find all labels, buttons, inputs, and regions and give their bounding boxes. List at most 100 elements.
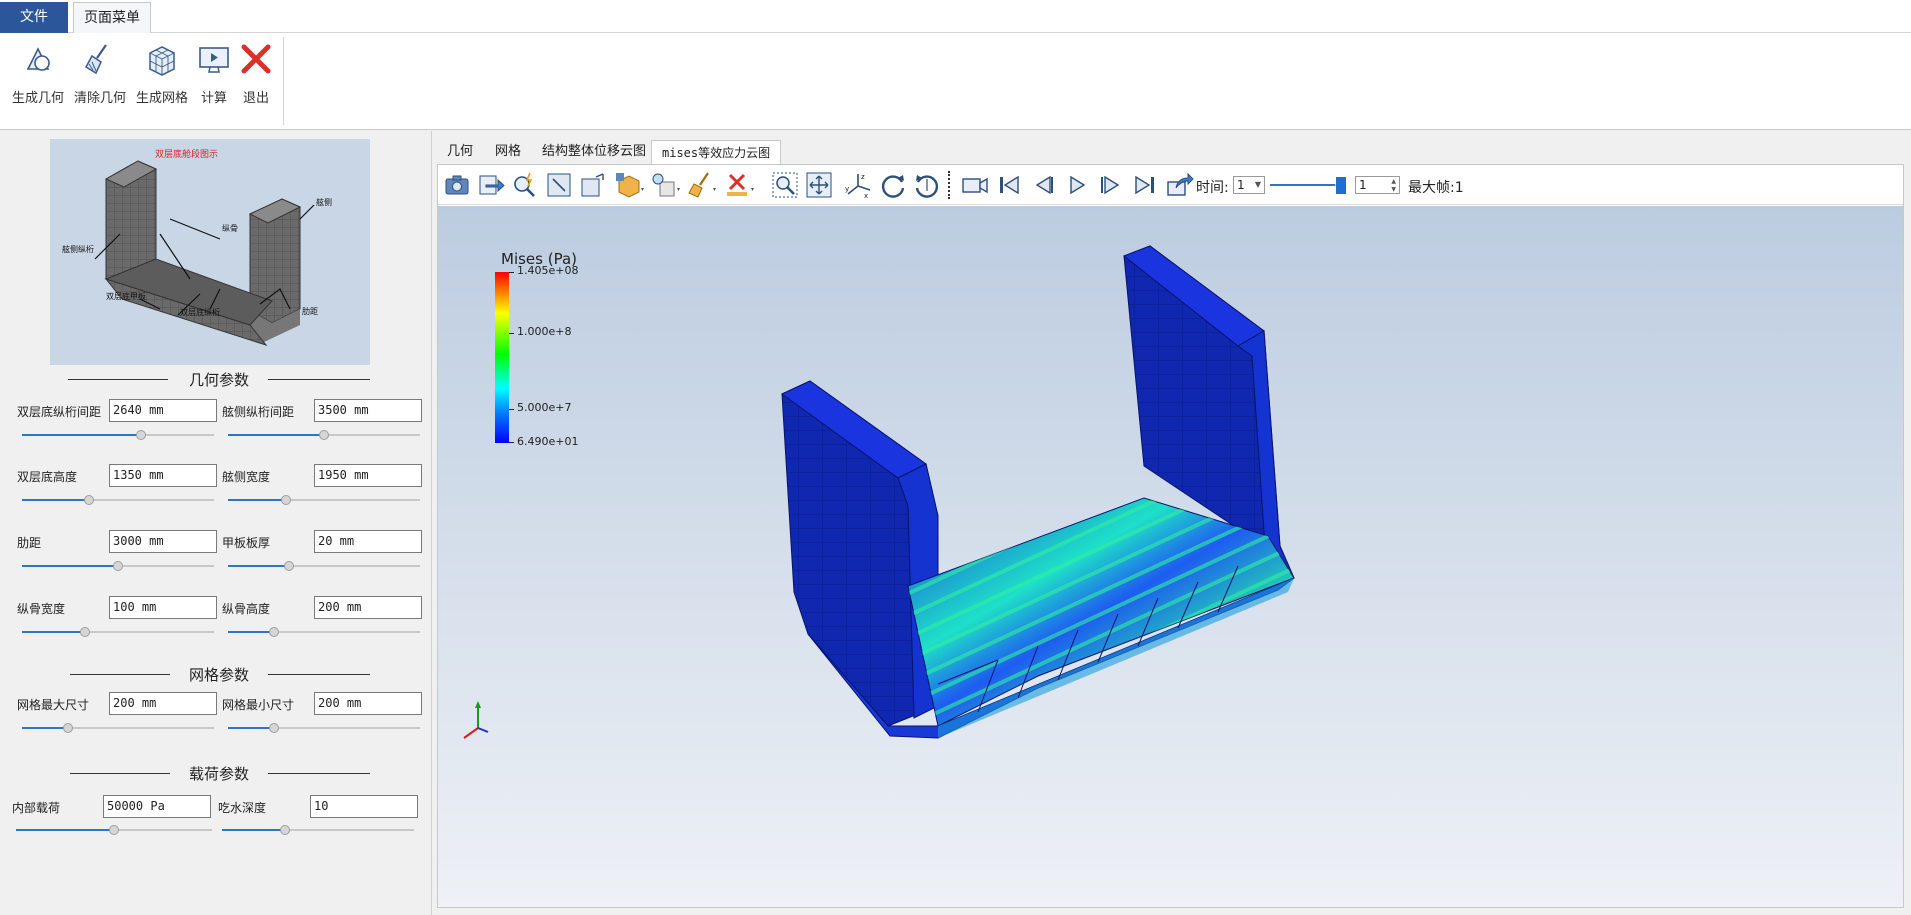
internal-load-input[interactable]: 50000 Pa xyxy=(103,795,211,818)
diagram-label-inner-bottom: 双层底甲板 xyxy=(106,291,146,301)
exit-label: 退出 xyxy=(242,91,269,106)
pan-icon[interactable] xyxy=(804,170,834,200)
diagram-label-frame-spacing: 肋距 xyxy=(302,306,318,316)
frame-spacing-input[interactable]: 3000 mm xyxy=(109,530,217,553)
zoom-auto-icon[interactable] xyxy=(510,170,540,200)
param-label: 双层底高度 xyxy=(17,470,78,484)
param-label: 纵骨高度 xyxy=(222,602,271,616)
mesh-min-size-slider[interactable] xyxy=(228,722,420,734)
side-girder-spacing-input[interactable]: 3500 mm xyxy=(314,399,422,422)
param-label: 甲板板厚 xyxy=(222,536,271,550)
close-x-icon xyxy=(241,44,271,74)
geometry-params-header: 几何参数 xyxy=(68,369,370,389)
double-bottom-height-input[interactable]: 1350 mm xyxy=(109,464,217,487)
ribbon-panel: 生成几何 清除几何 生成网格 计算 退出 xyxy=(0,33,1911,130)
param-label: 吃水深度 xyxy=(218,801,267,815)
time-select[interactable]: 1 ▼ xyxy=(1233,176,1265,194)
svg-text:y: y xyxy=(845,185,849,193)
param-label: 纵骨宽度 xyxy=(17,602,66,616)
structure-diagram-image: 双层底舱段图示 舷侧 纵骨 舷侧纵桁 双层底甲板 双层底纵桁 肋距 xyxy=(50,139,370,365)
toolbar-separator xyxy=(948,171,950,199)
generate-geometry-button[interactable]: 生成几何 xyxy=(10,39,66,121)
time-slider-thumb[interactable] xyxy=(1336,177,1346,194)
param-label: 舷侧宽度 xyxy=(222,470,271,484)
frame-spinbox-value: 1 xyxy=(1359,178,1367,192)
stiffener-height-input[interactable]: 200 mm xyxy=(314,596,422,619)
view-toolbar: zyx 时间: 1 ▼ 1 ▲ ▼ 最大帧:1 xyxy=(438,165,1903,205)
time-select-value: 1 xyxy=(1237,178,1245,192)
side-girder-spacing-slider[interactable] xyxy=(228,429,420,441)
exit-button[interactable]: 退出 xyxy=(238,39,274,121)
tab-mesh[interactable]: 网格 xyxy=(485,140,531,164)
result-view-frame: zyx 时间: 1 ▼ 1 ▲ ▼ 最大帧:1 Mises (Pa) 1.405e+0… xyxy=(437,164,1904,908)
time-slider[interactable] xyxy=(1270,179,1336,191)
rotate-cw-icon[interactable] xyxy=(878,170,908,200)
param-label: 网格最小尺寸 xyxy=(222,698,295,712)
side-width-slider[interactable] xyxy=(228,494,420,506)
broom-icon xyxy=(84,44,107,75)
clear-geometry-button[interactable]: 清除几何 xyxy=(72,39,128,121)
svg-text:x: x xyxy=(864,192,868,200)
first-frame-icon[interactable] xyxy=(994,170,1024,200)
geometry-params-title: 几何参数 xyxy=(180,371,257,389)
light-icon[interactable] xyxy=(650,170,680,200)
clear-x-icon[interactable] xyxy=(724,170,754,200)
display-mode-icon[interactable] xyxy=(614,170,644,200)
stiffener-height-slider[interactable] xyxy=(228,626,420,638)
camera-icon[interactable] xyxy=(442,170,472,200)
clear-geometry-label: 清除几何 xyxy=(73,91,126,106)
frame-spacing-slider[interactable] xyxy=(22,560,214,572)
mesh-cube-icon xyxy=(149,46,175,76)
draft-depth-slider[interactable] xyxy=(222,824,414,836)
3d-viewport[interactable]: Mises (Pa) 1.405e+08 1.000e+8 5.000e+7 6… xyxy=(438,206,1903,907)
double-bottom-height-slider[interactable] xyxy=(22,494,214,506)
param-label: 内部载荷 xyxy=(12,801,61,815)
tab-file[interactable]: 文件 xyxy=(0,2,68,33)
tab-geometry[interactable]: 几何 xyxy=(437,140,483,164)
export-animation-icon[interactable] xyxy=(1164,170,1194,200)
param-label: 肋距 xyxy=(17,536,42,550)
previous-frame-icon[interactable] xyxy=(1028,170,1058,200)
bottom-girder-spacing-input[interactable]: 2640 mm xyxy=(109,399,217,422)
generate-mesh-button[interactable]: 生成网格 xyxy=(134,39,190,121)
frame-spinbox[interactable]: 1 ▲ ▼ xyxy=(1355,176,1400,194)
rotate-ccw-icon[interactable] xyxy=(912,170,942,200)
deck-thickness-input[interactable]: 20 mm xyxy=(314,530,422,553)
last-frame-icon[interactable] xyxy=(1130,170,1160,200)
stiffener-width-slider[interactable] xyxy=(22,626,214,638)
mesh-params-title: 网格参数 xyxy=(180,666,257,684)
param-label: 网格最大尺寸 xyxy=(17,698,90,712)
fit-view-icon[interactable] xyxy=(544,170,574,200)
mesh-max-size-slider[interactable] xyxy=(22,722,214,734)
deck-thickness-slider[interactable] xyxy=(228,560,420,572)
compute-label: 计算 xyxy=(200,91,227,106)
mesh-min-size-input[interactable]: 200 mm xyxy=(314,692,422,715)
side-width-input[interactable]: 1950 mm xyxy=(314,464,422,487)
load-params-header: 载荷参数 xyxy=(68,763,370,783)
brush-icon[interactable] xyxy=(686,170,716,200)
time-label: 时间: xyxy=(1196,180,1229,196)
zoom-box-icon[interactable] xyxy=(770,170,800,200)
mesh-params-header: 网格参数 xyxy=(68,664,370,684)
video-record-icon[interactable] xyxy=(960,170,990,200)
view-box-icon[interactable] xyxy=(578,170,608,200)
tab-displacement[interactable]: 结构整体位移云图 xyxy=(532,140,656,164)
stiffener-width-input[interactable]: 100 mm xyxy=(109,596,217,619)
tab-mises-stress[interactable]: mises等效应力云图 xyxy=(651,140,782,164)
diagram-label-bottom-girder: 双层底纵桁 xyxy=(180,307,220,317)
internal-load-slider[interactable] xyxy=(16,824,212,836)
param-label: 舷侧纵桁间距 xyxy=(222,405,295,419)
mesh-max-size-input[interactable]: 200 mm xyxy=(109,692,217,715)
play-icon[interactable] xyxy=(1062,170,1092,200)
next-frame-icon[interactable] xyxy=(1096,170,1126,200)
diagram-label-side-girder: 舷侧纵桁 xyxy=(62,244,94,254)
hull-section-illustration: 双层底舱段图示 舷侧 纵骨 舷侧纵桁 双层底甲板 双层底纵桁 肋距 xyxy=(62,148,332,346)
axes-icon[interactable]: z y x xyxy=(844,170,874,200)
compute-button[interactable]: 计算 xyxy=(196,39,232,121)
tab-page-menu[interactable]: 页面菜单 xyxy=(73,2,151,33)
geometry-icon xyxy=(26,47,50,71)
bottom-girder-spacing-slider[interactable] xyxy=(22,429,214,441)
spin-arrows-icon[interactable]: ▲ ▼ xyxy=(1391,178,1396,194)
draft-depth-input[interactable]: 10 xyxy=(310,795,418,818)
export-arrow-icon[interactable] xyxy=(476,170,506,200)
